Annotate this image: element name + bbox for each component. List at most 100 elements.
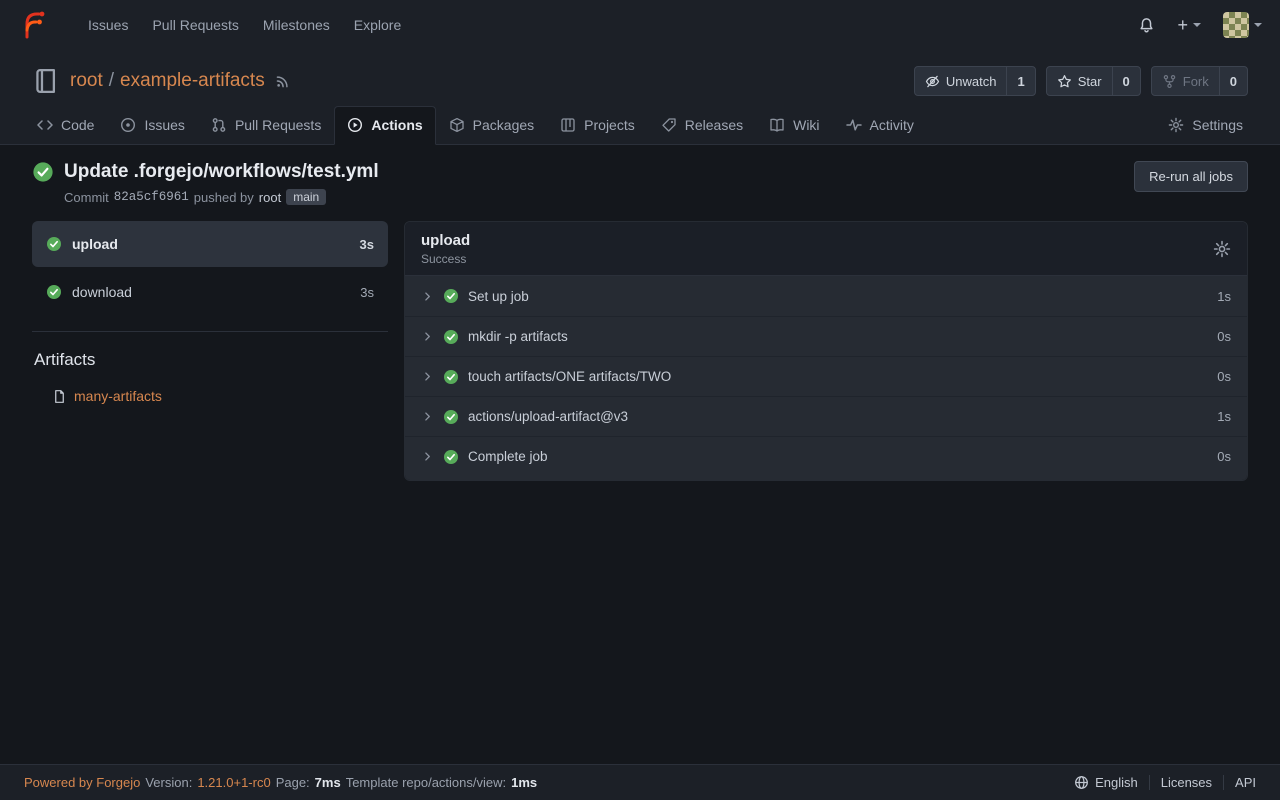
- chevron-right-icon[interactable]: [421, 290, 434, 303]
- pull-request-icon: [211, 117, 227, 133]
- job-detail-header: upload Success: [405, 222, 1247, 276]
- run-title: Update .forgejo/workflows/test.yml: [64, 161, 379, 183]
- tab-projects[interactable]: Projects: [547, 106, 648, 145]
- language-selector[interactable]: English: [1063, 775, 1149, 790]
- forks-count[interactable]: 0: [1219, 67, 1247, 95]
- sidebar-divider: [32, 331, 388, 332]
- fork-button-group: Fork 0: [1151, 66, 1248, 96]
- success-check-icon: [443, 449, 459, 465]
- globe-icon: [1074, 775, 1089, 790]
- watch-button-group: Unwatch 1: [914, 66, 1036, 96]
- tag-icon: [661, 117, 677, 133]
- run-title-area: Update .forgejo/workflows/test.yml Commi…: [32, 161, 379, 205]
- top-navbar: Issues Pull Requests Milestones Explore …: [0, 0, 1280, 50]
- step-row-complete-job[interactable]: Complete job 0s: [405, 436, 1247, 476]
- stars-count[interactable]: 0: [1112, 67, 1140, 95]
- star-icon: [1057, 74, 1072, 89]
- repo-tabbar: Code Issues Pull Requests Actions Packag…: [0, 98, 1280, 145]
- job-detail-panel: upload Success Set up job 1s: [404, 221, 1248, 481]
- rss-icon[interactable]: [275, 74, 290, 89]
- plus-icon: +: [1177, 16, 1188, 34]
- job-list-item-download[interactable]: download 3s: [32, 269, 388, 315]
- create-new-menu[interactable]: +: [1177, 16, 1201, 34]
- step-row-upload-artifact-action[interactable]: actions/upload-artifact@v3 1s: [405, 396, 1247, 436]
- page-footer: Powered by Forgejo Version: 1.21.0+1-rc0…: [0, 764, 1280, 800]
- issue-icon: [120, 117, 136, 133]
- repo-separator: /: [109, 70, 114, 92]
- jobs-sidebar: upload 3s download 3s Artifacts many-art…: [32, 221, 388, 404]
- rerun-all-jobs-button[interactable]: Re-run all jobs: [1134, 161, 1248, 192]
- step-duration: 0s: [1217, 449, 1231, 464]
- chevron-right-icon[interactable]: [421, 410, 434, 423]
- pusher-link[interactable]: root: [259, 190, 281, 205]
- template-time-label: Template repo/actions/view:: [346, 775, 506, 790]
- step-duration: 1s: [1217, 289, 1231, 304]
- step-duration: 1s: [1217, 409, 1231, 424]
- job-detail-column: upload Success Set up job 1s: [404, 221, 1248, 481]
- success-check-icon: [443, 369, 459, 385]
- step-row-mkdir[interactable]: mkdir -p artifacts 0s: [405, 316, 1247, 356]
- tab-activity[interactable]: Activity: [833, 106, 927, 145]
- licenses-link[interactable]: Licenses: [1149, 775, 1223, 790]
- step-duration: 0s: [1217, 329, 1231, 344]
- chevron-right-icon[interactable]: [421, 370, 434, 383]
- tab-releases[interactable]: Releases: [648, 106, 756, 145]
- chevron-right-icon[interactable]: [421, 330, 434, 343]
- unwatch-button[interactable]: Unwatch: [915, 67, 1007, 95]
- nav-item-pull-requests[interactable]: Pull Requests: [140, 0, 250, 50]
- commit-sha-link[interactable]: 82a5cf6961: [114, 190, 189, 204]
- success-check-icon: [32, 161, 54, 183]
- run-header: Update .forgejo/workflows/test.yml Commi…: [32, 161, 1248, 205]
- user-menu[interactable]: [1223, 12, 1262, 38]
- job-options-gear-icon[interactable]: [1213, 240, 1231, 258]
- pushed-by-label: pushed by: [194, 190, 254, 205]
- repo-header-section: root / example-artifacts Unwatch 1 Star …: [0, 50, 1280, 145]
- step-duration: 0s: [1217, 369, 1231, 384]
- powered-by-link[interactable]: Powered by Forgejo: [24, 775, 140, 790]
- star-button[interactable]: Star: [1047, 67, 1112, 95]
- success-check-icon: [443, 409, 459, 425]
- template-time-value: 1ms: [511, 775, 537, 790]
- nav-item-milestones[interactable]: Milestones: [251, 0, 342, 50]
- version-link[interactable]: 1.21.0+1-rc0: [197, 775, 270, 790]
- tab-issues[interactable]: Issues: [107, 106, 197, 145]
- step-row-set-up-job[interactable]: Set up job 1s: [405, 276, 1247, 316]
- notifications-button[interactable]: [1138, 17, 1155, 34]
- nav-item-explore[interactable]: Explore: [342, 0, 413, 50]
- forgejo-logo-icon[interactable]: [18, 9, 50, 41]
- success-check-icon: [443, 329, 459, 345]
- repo-owner-link[interactable]: root: [70, 70, 103, 92]
- footer-info: Powered by Forgejo Version: 1.21.0+1-rc0…: [24, 775, 537, 790]
- watchers-count[interactable]: 1: [1006, 67, 1034, 95]
- tab-code[interactable]: Code: [24, 106, 107, 145]
- artifact-link-many-artifacts[interactable]: many-artifacts: [52, 388, 388, 404]
- nav-item-issues[interactable]: Issues: [76, 0, 140, 50]
- page-time-label: Page:: [276, 775, 310, 790]
- job-steps-list: Set up job 1s mkdir -p artifacts 0s touc…: [405, 276, 1247, 480]
- step-row-touch-artifacts[interactable]: touch artifacts/ONE artifacts/TWO 0s: [405, 356, 1247, 396]
- repo-title: root / example-artifacts: [70, 70, 265, 92]
- job-status-label: Success: [421, 252, 470, 266]
- repo-icon: [32, 67, 60, 95]
- job-list-item-upload[interactable]: upload 3s: [32, 221, 388, 267]
- tab-pull-requests[interactable]: Pull Requests: [198, 106, 334, 145]
- tab-wiki[interactable]: Wiki: [756, 106, 832, 145]
- bell-icon: [1138, 17, 1155, 34]
- actions-run-page: Update .forgejo/workflows/test.yml Commi…: [0, 145, 1280, 764]
- tab-settings[interactable]: Settings: [1155, 106, 1256, 145]
- code-icon: [37, 117, 53, 133]
- chevron-right-icon[interactable]: [421, 450, 434, 463]
- repo-header: root / example-artifacts Unwatch 1 Star …: [0, 50, 1280, 98]
- api-link[interactable]: API: [1223, 775, 1256, 790]
- tab-packages[interactable]: Packages: [436, 106, 547, 145]
- repo-name-link[interactable]: example-artifacts: [120, 70, 265, 92]
- avatar: [1223, 12, 1249, 38]
- tab-actions[interactable]: Actions: [334, 106, 435, 145]
- job-detail-name: upload: [421, 232, 470, 249]
- job-duration: 3s: [360, 237, 374, 252]
- branch-badge[interactable]: main: [286, 189, 326, 205]
- fork-button[interactable]: Fork: [1152, 67, 1219, 95]
- project-board-icon: [560, 117, 576, 133]
- package-icon: [449, 117, 465, 133]
- chevron-down-icon: [1254, 23, 1262, 27]
